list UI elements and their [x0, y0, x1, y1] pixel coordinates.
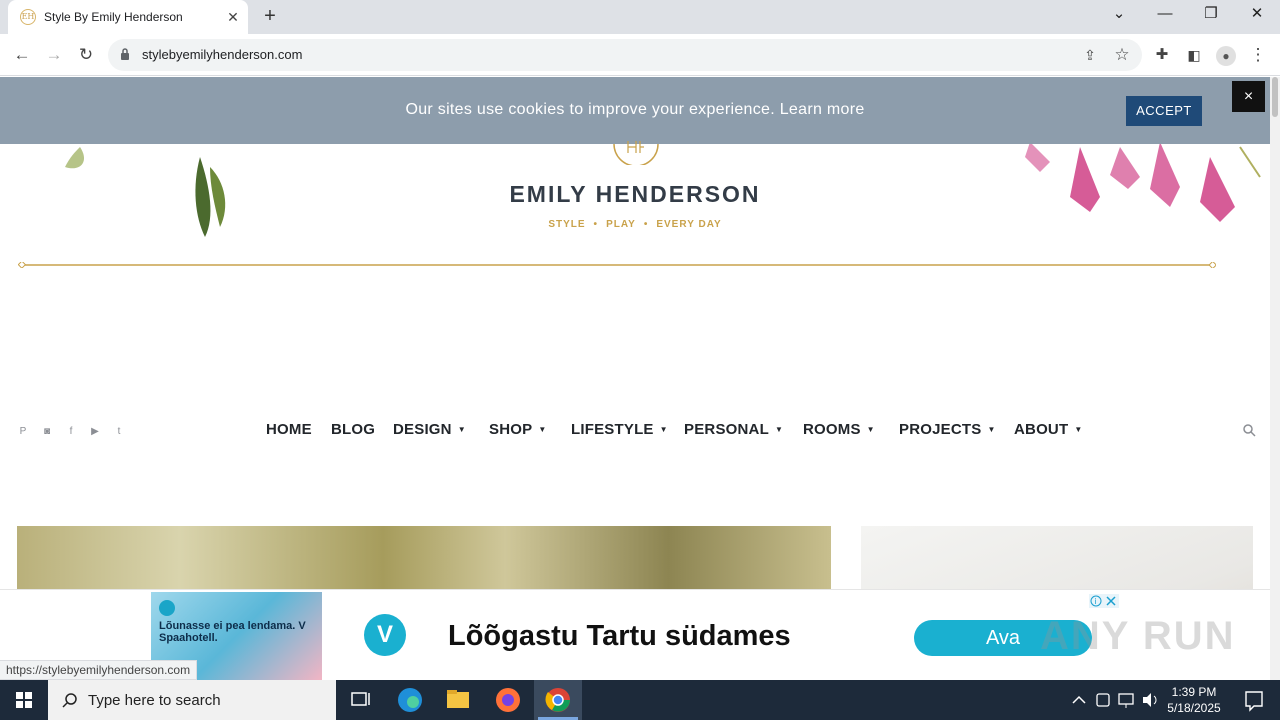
status-bar-url: https://stylebyemilyhenderson.com — [0, 660, 198, 680]
volume-icon[interactable] — [1138, 680, 1162, 720]
tab-title: Style By Emily Henderson — [44, 10, 183, 24]
bookmark-star-icon[interactable]: ☆ — [1110, 43, 1134, 67]
site-tagline: STYLE • PLAY • EVERY DAY — [548, 219, 722, 230]
svg-text:i: i — [1095, 597, 1097, 606]
logo-emblem-icon — [613, 141, 659, 165]
chevron-down-icon: ▼ — [774, 425, 784, 434]
chrome-menu-icon[interactable]: ⋮ — [1246, 43, 1270, 67]
tagline-style: STYLE — [548, 219, 586, 230]
ad-image-text: Lõunasse ei pea lendama. V Spaahotell. — [159, 620, 306, 644]
file-explorer-icon[interactable] — [434, 680, 482, 720]
firefox-icon[interactable] — [484, 680, 532, 720]
network-icon[interactable] — [1114, 680, 1138, 720]
chrome-icon[interactable] — [534, 680, 582, 720]
chevron-down-icon: ▼ — [457, 425, 466, 434]
youtube-icon[interactable]: ▶ — [88, 425, 102, 439]
cookie-message[interactable]: Our sites use cookies to improve your ex… — [0, 101, 1270, 119]
url-text: stylebyemilyhenderson.com — [142, 47, 303, 62]
nav-blog[interactable]: BLOG — [331, 421, 375, 438]
nav-about[interactable]: ABOUT ▼ — [1014, 421, 1082, 438]
clock-date: 5/18/2025 — [1167, 701, 1221, 715]
site-favicon-icon: EH — [20, 9, 36, 25]
search-icon — [62, 693, 77, 708]
tagline-play: PLAY — [606, 219, 636, 230]
window-close-button[interactable]: ✕ — [1234, 0, 1280, 30]
instagram-icon[interactable]: ◙ — [40, 425, 54, 439]
tray-chevron-up-icon[interactable] — [1066, 680, 1092, 720]
chevron-down-icon: ▼ — [1074, 425, 1083, 434]
restore-button[interactable]: ❐ — [1188, 0, 1234, 30]
ad-choices-icon[interactable]: i — [1089, 594, 1119, 608]
browser-toolbar: ← → ↻ stylebyemilyhenderson.com ⇪ ☆ ✚ ◧ … — [0, 34, 1280, 76]
notification-center-icon[interactable] — [1230, 680, 1278, 720]
nav-home[interactable]: HOME — [266, 421, 312, 438]
share-icon[interactable]: ⇪ — [1078, 43, 1102, 67]
nav-lifestyle[interactable]: LIFESTYLE ▼ — [571, 421, 668, 438]
scrollbar-thumb[interactable] — [1272, 77, 1278, 117]
site-logo[interactable]: EMILY HENDERSON — [0, 181, 1270, 208]
chevron-down-icon: ▼ — [866, 425, 875, 434]
taskbar-clock[interactable]: 1:39 PM 5/18/2025 — [1162, 684, 1226, 716]
task-view-icon[interactable] — [336, 680, 384, 720]
forward-arrow-icon[interactable]: → — [42, 43, 66, 67]
ad-brand-logo-icon: V — [364, 614, 406, 656]
chevron-down-icon: ▼ — [659, 425, 668, 434]
edge-browser-icon[interactable] — [386, 680, 434, 720]
extensions-puzzle-icon[interactable]: ✚ — [1150, 43, 1174, 67]
chevron-down-icon: ▼ — [538, 425, 547, 434]
lock-icon — [121, 48, 129, 60]
ad-headline[interactable]: Lõõgastu Tartu südames — [448, 620, 791, 653]
gold-divider — [18, 262, 1216, 268]
anyrun-watermark: ANY RUN — [1040, 614, 1236, 658]
device-tray-icon[interactable] — [1092, 680, 1114, 720]
side-panel-icon[interactable]: ◧ — [1182, 43, 1206, 67]
cookie-close-button[interactable]: × — [1232, 81, 1265, 112]
facebook-icon[interactable]: f — [64, 425, 78, 439]
minimize-button[interactable]: — — [1142, 0, 1188, 30]
search-placeholder: Type here to search — [88, 692, 221, 709]
tab-search-chevron-icon[interactable]: ⌄ — [1096, 0, 1142, 30]
twitter-icon[interactable]: t — [112, 425, 126, 439]
web-page: Our sites use cookies to improve your ex… — [0, 77, 1270, 680]
search-icon[interactable] — [1242, 423, 1256, 437]
nav-personal[interactable]: PERSONAL ▼ — [684, 421, 783, 438]
nav-projects[interactable]: PROJECTS ▼ — [899, 421, 996, 438]
clock-time: 1:39 PM — [1171, 685, 1217, 699]
new-tab-button[interactable]: + — [258, 6, 282, 28]
chevron-down-icon: ▼ — [987, 425, 996, 434]
nav-shop[interactable]: SHOP ▼ — [489, 421, 546, 438]
page-scrollbar[interactable] — [1270, 77, 1280, 680]
windows-taskbar: Type here to search 1:39 PM 5/18/2025 — [0, 680, 1280, 720]
address-bar[interactable]: stylebyemilyhenderson.com — [108, 39, 1142, 71]
profile-avatar-icon[interactable]: ● — [1214, 43, 1238, 67]
browser-tab[interactable]: EH Style By Emily Henderson ✕ — [8, 0, 248, 34]
hotel-logo-icon — [159, 600, 175, 616]
tab-strip: EH Style By Emily Henderson ✕ + ⌄ — ❐ ✕ — [0, 0, 1280, 34]
taskbar-search-box[interactable]: Type here to search — [48, 680, 336, 720]
nav-design[interactable]: DESIGN ▼ — [393, 421, 466, 438]
windows-start-icon[interactable] — [0, 680, 48, 720]
tab-close-icon[interactable]: ✕ — [224, 8, 242, 26]
reload-icon[interactable]: ↻ — [74, 43, 98, 67]
nav-rooms[interactable]: ROOMS ▼ — [803, 421, 875, 438]
pinterest-icon[interactable]: P — [16, 425, 30, 439]
back-arrow-icon[interactable]: ← — [10, 43, 34, 67]
tagline-every-day: EVERY DAY — [656, 219, 722, 230]
accept-cookies-button[interactable]: ACCEPT — [1126, 96, 1202, 126]
